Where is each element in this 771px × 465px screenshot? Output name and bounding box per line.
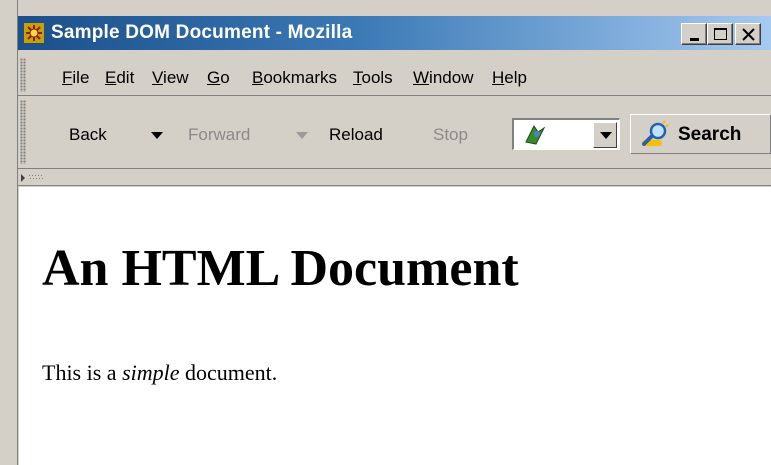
reload-button[interactable]: Reload (329, 125, 383, 145)
menubar-grip-handle[interactable] (20, 58, 26, 92)
search-button-label: Search (678, 124, 742, 145)
personal-toolbar (18, 170, 771, 186)
navigation-toolbar: Back Forward Reload Stop Search (18, 97, 771, 169)
menu-view[interactable]: View (152, 68, 189, 88)
paragraph-text-prefix: This is a (42, 360, 123, 385)
maximize-button[interactable] (707, 23, 733, 45)
menu-bookmarks[interactable]: Bookmarks (252, 68, 337, 88)
title-bar[interactable]: Sample DOM Document - Mozilla (18, 16, 771, 50)
menu-bar: File Edit View Go Bookmarks Tools Window… (18, 56, 771, 96)
paragraph-text-suffix: document. (179, 360, 278, 385)
forward-button[interactable]: Forward (188, 125, 250, 145)
menu-help[interactable]: Help (492, 68, 527, 88)
paragraph-emphasis: simple (122, 360, 180, 385)
back-button[interactable]: Back (69, 125, 107, 145)
close-icon (742, 28, 755, 41)
window-title: Sample DOM Document - Mozilla (51, 22, 353, 43)
page-content: An HTML Document This is a simple docume… (19, 187, 771, 465)
mozilla-app-icon (24, 23, 44, 43)
menu-edit[interactable]: Edit (105, 68, 134, 88)
window-frame-left (0, 0, 18, 465)
menu-tools[interactable]: Tools (353, 68, 393, 88)
maximize-icon (714, 28, 727, 40)
page-paragraph: This is a simple document. (42, 360, 277, 386)
address-dropdown-button[interactable] (593, 122, 617, 148)
menu-window[interactable]: Window (413, 68, 473, 88)
search-button[interactable]: Search (630, 114, 771, 154)
minimize-button[interactable] (681, 23, 707, 45)
page-heading: An HTML Document (42, 240, 519, 297)
stop-button[interactable]: Stop (433, 125, 468, 145)
navbar-grip-handle[interactable] (20, 100, 26, 164)
menu-file[interactable]: File (62, 68, 89, 88)
page-proxy-icon[interactable] (522, 122, 548, 148)
close-button[interactable] (735, 23, 761, 45)
forward-dropdown-arrow-icon[interactable] (296, 132, 308, 139)
search-magnifier-icon (642, 120, 670, 146)
menu-go[interactable]: Go (207, 68, 230, 88)
collapsed-toolbar-grip-icon[interactable] (20, 173, 48, 183)
back-dropdown-arrow-icon[interactable] (151, 132, 163, 139)
browser-window: Sample DOM Document - Mozilla File Edit … (0, 0, 771, 465)
minimize-icon (690, 38, 699, 41)
address-field[interactable] (512, 118, 620, 150)
